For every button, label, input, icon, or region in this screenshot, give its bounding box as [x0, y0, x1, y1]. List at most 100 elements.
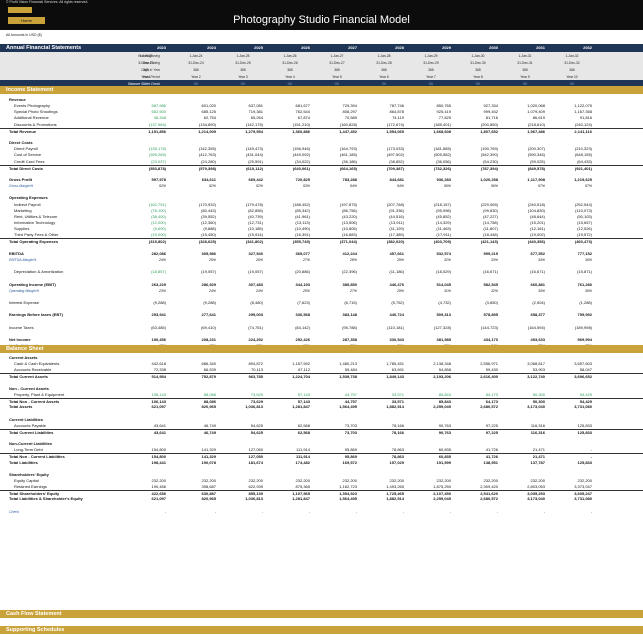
table-cell[interactable]: (648,155)	[552, 152, 592, 158]
table-cell[interactable]: 677,552	[505, 251, 545, 257]
table-cell[interactable]: 875,365	[270, 484, 310, 490]
table-cell[interactable]: 344,193	[270, 282, 310, 288]
table-cell[interactable]: 208,231	[176, 337, 216, 343]
table-cell[interactable]: (3,650)	[458, 300, 498, 306]
table-cell[interactable]: (40,739)	[223, 214, 263, 220]
table-cell[interactable]: 232,200	[552, 478, 592, 484]
table-cell[interactable]: -	[364, 509, 404, 515]
table-cell[interactable]: 599,215	[458, 251, 498, 257]
table-cell[interactable]: 46,749	[176, 423, 216, 429]
table-cell[interactable]: (50,103)	[552, 214, 592, 220]
table-cell[interactable]: (12,000)	[126, 220, 166, 226]
table-cell[interactable]: 57%	[552, 183, 592, 189]
table-cell[interactable]: 3,173,040	[505, 496, 545, 502]
table-cell[interactable]: 23%	[126, 288, 166, 294]
table-cell[interactable]: 91,816	[552, 115, 592, 121]
table-cell[interactable]: 63,691	[364, 367, 404, 373]
table-cell[interactable]: 70,589	[317, 115, 357, 121]
table-cell[interactable]: 299,003	[223, 312, 263, 318]
table-cell[interactable]: (173,033)	[364, 146, 404, 152]
table-cell[interactable]: (15,914)	[223, 232, 263, 238]
table-cell[interactable]: 85,843	[411, 392, 451, 398]
table-cell[interactable]: 1,281,847	[270, 496, 310, 502]
table-cell[interactable]: (185,401)	[411, 122, 451, 128]
table-cell[interactable]: 999,452	[458, 109, 498, 115]
table-cell[interactable]: -	[458, 509, 498, 515]
table-cell[interactable]: 151,599	[411, 460, 451, 466]
table-cell[interactable]: 198,441	[126, 460, 166, 466]
table-cell[interactable]: 54%	[317, 183, 357, 189]
table-cell[interactable]: 1,875,250	[411, 484, 451, 490]
table-cell[interactable]: 48,346	[126, 115, 166, 121]
table-cell[interactable]: 2,803,053	[505, 484, 545, 490]
table-cell[interactable]: 2,309,420	[458, 484, 498, 490]
table-cell[interactable]: (189,998)	[552, 325, 592, 331]
table-cell[interactable]: 59,484	[317, 367, 357, 373]
table-cell[interactable]: (1,288)	[552, 300, 592, 306]
table-cell[interactable]: 24%	[176, 288, 216, 294]
table-cell[interactable]: (19,002)	[505, 232, 545, 238]
table-cell[interactable]: -	[552, 447, 592, 453]
table-cell[interactable]: 434,170	[458, 337, 498, 343]
table-cell[interactable]: 446,476	[364, 282, 404, 288]
table-cell[interactable]: 383,148	[317, 312, 357, 318]
table-cell[interactable]: 95,869	[317, 447, 357, 453]
table-cell[interactable]: (16,883)	[317, 232, 357, 238]
table-cell[interactable]: 783,288	[317, 177, 357, 183]
table-cell[interactable]: 850,765	[411, 103, 451, 109]
table-cell[interactable]: (12,360)	[176, 220, 216, 226]
table-cell[interactable]: 54,429	[552, 392, 592, 398]
table-cell[interactable]: 56%	[411, 183, 451, 189]
table-cell[interactable]: -	[223, 509, 263, 515]
table-cell[interactable]: (47,227)	[458, 214, 498, 220]
table-cell[interactable]: (179,478)	[223, 202, 263, 208]
table-cell[interactable]: (20,886)	[270, 269, 310, 275]
table-cell[interactable]: (25,591)	[223, 159, 263, 165]
table-cell[interactable]: 32%	[458, 288, 498, 294]
table-cell[interactable]: 57%	[505, 183, 545, 189]
table-cell[interactable]: (69,410)	[176, 325, 216, 331]
table-cell[interactable]: 54,625	[223, 423, 263, 429]
table-cell[interactable]: 1,564,495	[317, 496, 357, 502]
table-cell[interactable]: (11,463)	[411, 226, 451, 232]
table-cell[interactable]: (110,181)	[364, 325, 404, 331]
table-cell[interactable]: 1,079,409	[505, 109, 545, 115]
table-cell[interactable]: (44,516)	[364, 214, 404, 220]
table-cell[interactable]: (9,288)	[126, 300, 166, 306]
table-cell[interactable]: 56%	[458, 183, 498, 189]
table-cell[interactable]: (95,788)	[317, 325, 357, 331]
table-cell[interactable]: 73,703	[317, 423, 357, 429]
table-cell[interactable]: (85,342)	[270, 208, 310, 214]
table-cell[interactable]: 1,219,625	[552, 177, 592, 183]
table-cell[interactable]: 787,746	[364, 103, 404, 109]
table-cell[interactable]: 32%	[411, 257, 451, 263]
table-cell[interactable]: 50,300	[505, 392, 545, 398]
table-cell[interactable]: -	[126, 509, 166, 515]
table-cell[interactable]: 232,200	[317, 478, 357, 484]
table-cell[interactable]: 2,680,572	[458, 496, 498, 502]
table-cell[interactable]: 62,568	[270, 423, 310, 429]
table-cell[interactable]: (36,056)	[411, 159, 451, 165]
table-cell[interactable]: 578,895	[458, 312, 498, 318]
table-cell[interactable]: 58,047	[552, 367, 592, 373]
table-cell[interactable]: (505,582)	[411, 152, 451, 158]
table-cell[interactable]: 24%	[126, 257, 166, 263]
table-cell[interactable]: 1,036,813	[223, 496, 263, 502]
table-cell[interactable]: (200,307)	[505, 146, 545, 152]
table-cell[interactable]: (9,288)	[176, 300, 216, 306]
table-cell[interactable]: (4,732)	[411, 300, 451, 306]
table-cell[interactable]: 277,641	[176, 312, 216, 318]
table-cell[interactable]: 1,281,847	[270, 404, 310, 410]
table-cell[interactable]: (218,610)	[505, 122, 545, 128]
table-cell[interactable]: 389,850	[317, 282, 357, 288]
table-cell[interactable]: 137,787	[505, 460, 545, 466]
table-cell[interactable]: (15,871)	[552, 269, 592, 275]
table-cell[interactable]: 232,200	[126, 478, 166, 484]
table-cell[interactable]: (181,685)	[411, 146, 451, 152]
table-cell[interactable]: (137,984)	[126, 122, 166, 128]
table-cell[interactable]: (82,856)	[223, 208, 263, 214]
table-cell[interactable]: 174,482	[270, 460, 310, 466]
table-cell[interactable]: 78,166	[364, 423, 404, 429]
table-cell[interactable]: 808,297	[317, 109, 357, 115]
table-cell[interactable]: -	[270, 509, 310, 515]
